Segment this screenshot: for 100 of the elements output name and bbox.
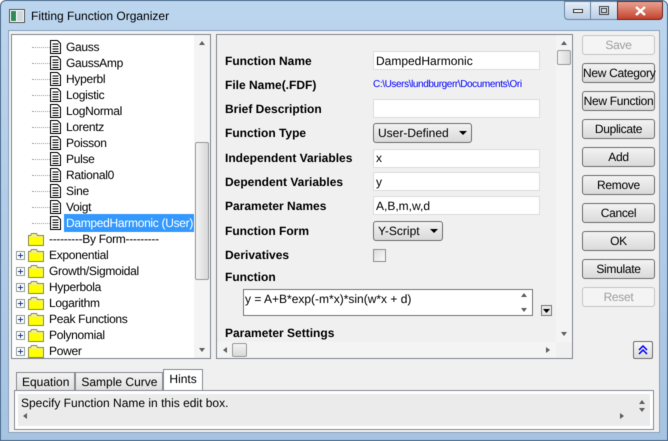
folder-icon (28, 344, 44, 358)
scroll-thumb[interactable] (557, 50, 571, 65)
scrollbar[interactable] (556, 35, 572, 342)
field-label: Dependent Variables (225, 174, 344, 191)
text-field[interactable]: x (373, 148, 540, 168)
document-icon (50, 200, 61, 214)
code-field[interactable]: y = A+B*exp(-m*x)*sin(w*x + d) (243, 289, 533, 316)
document-icon (50, 152, 61, 166)
tree-item[interactable]: GaussAmp (64, 54, 125, 72)
collapse-button[interactable] (633, 341, 653, 359)
scroll-thumb[interactable] (232, 343, 247, 357)
scroll-down-icon[interactable] (520, 306, 528, 314)
dialog-button[interactable]: Cancel (582, 203, 655, 223)
tab[interactable]: Equation (16, 372, 76, 390)
scroll-left-icon[interactable] (21, 412, 29, 420)
text-field[interactable]: DampedHarmonic (373, 51, 540, 70)
scroll-thumb[interactable] (195, 142, 209, 280)
checkbox[interactable] (373, 248, 386, 262)
scrollbar[interactable] (194, 35, 210, 358)
expand-icon[interactable] (16, 346, 25, 356)
dialog-button[interactable]: Simulate (582, 259, 655, 279)
folder-icon (28, 248, 44, 262)
tree-item[interactable]: Power (47, 342, 84, 358)
tree-item[interactable]: ---------By Form--------- (47, 230, 161, 248)
field-label: Parameter Names (225, 198, 328, 215)
tab[interactable]: Sample Curve (75, 372, 164, 390)
double-chevron-up-icon (638, 345, 648, 355)
field-label: Function Form (225, 222, 310, 240)
tree-item[interactable]: Rational0 (64, 166, 116, 184)
tree-item[interactable]: Poisson (64, 134, 109, 152)
scroll-down-icon[interactable] (638, 406, 646, 414)
field-label: Function (225, 269, 277, 286)
expand-button[interactable] (541, 305, 552, 316)
expand-icon[interactable] (16, 314, 25, 324)
maximize-button[interactable] (591, 1, 617, 20)
folder-icon (28, 328, 44, 342)
expand-icon[interactable] (16, 298, 25, 308)
text-field[interactable]: A,B,m,w,d (373, 196, 540, 216)
text-field[interactable]: y (373, 172, 540, 192)
scroll-down-icon[interactable] (198, 346, 206, 354)
dialog-button[interactable]: Remove (582, 175, 655, 195)
horizontal-scrollbar[interactable] (217, 342, 556, 358)
tree-item[interactable]: Gauss (64, 38, 102, 56)
tree-item[interactable]: LogNormal (64, 102, 124, 120)
tree-item[interactable]: Polynomial (47, 326, 107, 344)
dialog-button[interactable]: OK (582, 231, 655, 251)
scroll-right-icon[interactable] (618, 412, 626, 420)
expand-icon[interactable] (16, 266, 25, 276)
folder-icon (28, 264, 44, 278)
tree-item[interactable]: Peak Functions (47, 310, 130, 328)
file-path-link[interactable]: C:\Users\lundburgerr\Documents\Ori (373, 77, 522, 92)
hint-text: Specify Function Name in this edit box. (21, 395, 230, 412)
app-icon (9, 8, 25, 22)
document-icon (50, 184, 61, 198)
tree-item[interactable]: Lorentz (64, 118, 106, 136)
close-icon (634, 6, 646, 16)
document-icon (50, 136, 61, 150)
document-icon (50, 168, 61, 182)
dialog-button[interactable]: Add (582, 147, 655, 167)
field-label: Brief Description (225, 100, 323, 118)
expand-icon[interactable] (16, 250, 25, 260)
tree-item[interactable]: Voigt (64, 198, 94, 216)
folder-icon (28, 232, 44, 246)
scroll-up-icon[interactable] (198, 39, 206, 47)
dropdown[interactable]: User-Defined (373, 123, 472, 144)
dialog-button[interactable]: New Category (582, 63, 655, 83)
expand-icon[interactable] (16, 330, 25, 340)
caret-icon (543, 308, 550, 313)
tree-item[interactable]: Growth/Sigmoidal (47, 262, 141, 280)
tree-item[interactable]: Exponential (47, 246, 110, 264)
field-label: File Name(.FDF) (225, 76, 318, 94)
dialog-button[interactable]: New Function (582, 91, 655, 111)
scroll-up-icon[interactable] (638, 398, 646, 406)
tab[interactable]: Hints (163, 369, 203, 390)
minimize-icon (572, 8, 582, 12)
field-label: Independent Variables (225, 150, 354, 168)
folder-icon (28, 296, 44, 310)
scroll-down-icon[interactable] (560, 330, 568, 338)
folder-icon (28, 280, 44, 294)
field-label: Parameter Settings (225, 325, 336, 342)
scroll-up-icon[interactable] (560, 39, 568, 47)
tree-item[interactable]: Logarithm (47, 294, 102, 312)
function-text: y = A+B*exp(-m*x)*sin(w*x + d) (244, 291, 412, 308)
tree-item[interactable]: Pulse (64, 150, 97, 168)
dropdown[interactable]: Y-Script (373, 220, 443, 241)
scroll-left-icon[interactable] (221, 346, 229, 354)
scroll-right-icon[interactable] (544, 346, 552, 354)
expand-icon[interactable] (16, 282, 25, 292)
tree-item[interactable]: Sine (64, 182, 91, 200)
tree-item[interactable]: Hyperbola (47, 278, 103, 296)
minimize-button[interactable] (564, 1, 591, 20)
tree-item[interactable]: Hyperbl (64, 70, 108, 88)
close-button[interactable] (617, 1, 663, 20)
document-icon (50, 56, 61, 70)
tree-item[interactable]: Logistic (64, 86, 106, 104)
window-title: Fitting Function Organizer (31, 8, 170, 24)
document-icon (50, 88, 61, 102)
scroll-up-icon[interactable] (520, 291, 528, 300)
text-field[interactable] (373, 99, 540, 118)
dialog-button[interactable]: Duplicate (582, 119, 655, 139)
